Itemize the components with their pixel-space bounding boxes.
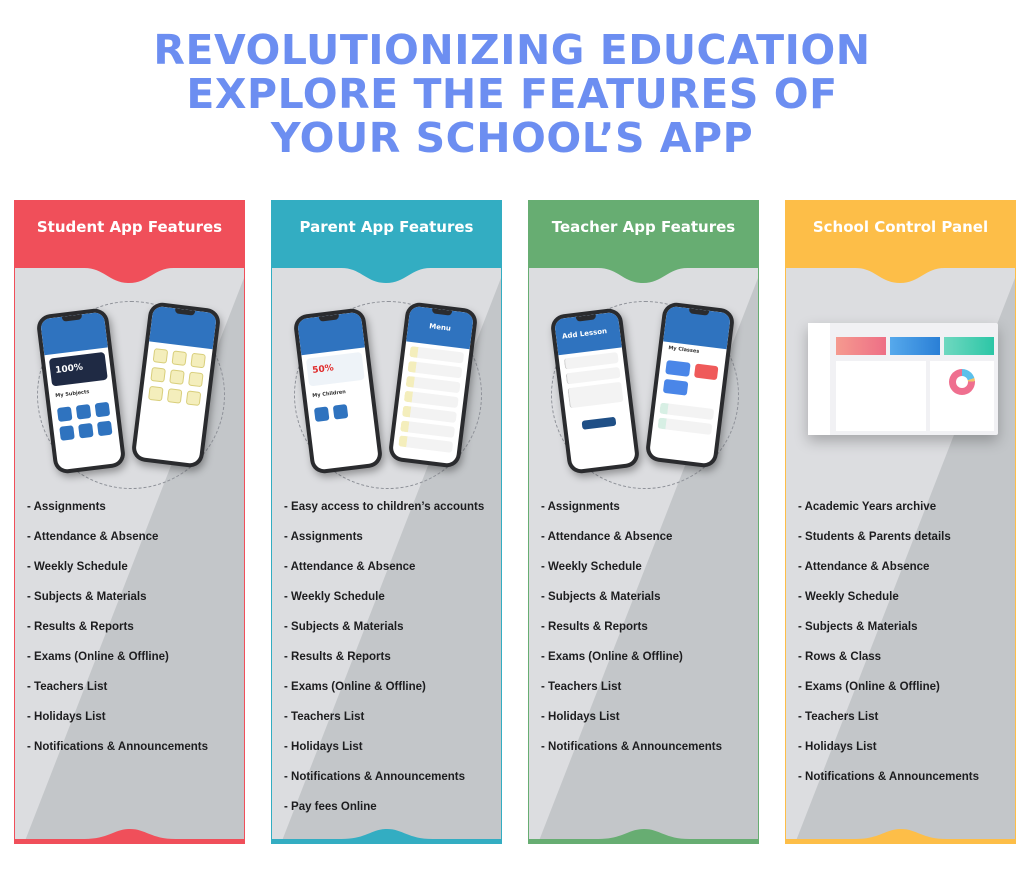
feature-list: - Assignments - Attendance & Absence - Wee… [27, 501, 208, 771]
feature-list: - Assignments - Attendance & Absence - Wee… [541, 501, 722, 771]
feature-item: - Teachers List [284, 711, 365, 723]
dashboard-mockup [808, 323, 998, 435]
feature-item: - Holidays List [541, 711, 620, 723]
feature-item: - Notifications & Announcements [284, 771, 466, 783]
feature-item: - Holidays List [798, 741, 877, 753]
feature-card-teacher: Teacher App Features Add Lesson My Class… [528, 200, 759, 844]
feature-item: - Teachers List [541, 681, 622, 693]
feature-item: - Pay fees Online [284, 801, 377, 813]
headline-line-1: REVOLUTIONIZING EDUCATION [153, 26, 871, 74]
feature-item: - Attendance & Absence [284, 561, 416, 573]
feature-item: - Notifications & Announcements [798, 771, 980, 783]
headline-line-2: EXPLORE THE FEATURES OF [186, 70, 838, 118]
feature-item: - Exams (Online & Offline) [284, 681, 426, 693]
feature-card-parent: Parent App Features 50% My Children Menu … [271, 200, 502, 844]
card-title: School Control Panel [812, 218, 989, 236]
feature-item: - Results & Reports [284, 651, 391, 663]
feature-item: - Teachers List [27, 681, 108, 693]
feature-item: - Holidays List [27, 711, 106, 723]
feature-item: - Weekly Schedule [541, 561, 642, 573]
feature-item: - Notifications & Announcements [541, 741, 723, 753]
feature-item: - Rows & Class [798, 651, 882, 663]
promo-banner: 100% [48, 351, 108, 387]
feature-item: - Students & Parents details [798, 531, 951, 543]
promo-banner: 50% [305, 351, 365, 387]
feature-item: - Subjects & Materials [284, 621, 404, 633]
feature-item: - Academic Years archive [798, 501, 937, 513]
headline: REVOLUTIONIZING EDUCATION EXPLORE THE FE… [0, 28, 1024, 160]
feature-item: - Weekly Schedule [284, 591, 385, 603]
feature-item: - Exams (Online & Offline) [27, 651, 169, 663]
feature-item: - Teachers List [798, 711, 879, 723]
feature-item: - Subjects & Materials [798, 621, 918, 633]
donut-chart [949, 369, 975, 395]
feature-item: - Notifications & Announcements [27, 741, 209, 753]
headline-line-3: YOUR SCHOOL’S APP [270, 114, 754, 162]
feature-item: - Attendance & Absence [798, 561, 930, 573]
card-title: Student App Features [36, 218, 223, 236]
feature-item: - Assignments [284, 531, 363, 543]
feature-item: - Weekly Schedule [27, 561, 128, 573]
card-title: Teacher App Features [551, 218, 736, 236]
feature-list: - Easy access to children’s accounts - As… [284, 501, 484, 831]
feature-item: - Results & Reports [541, 621, 648, 633]
feature-item: - Assignments [541, 501, 620, 513]
feature-item: - Attendance & Absence [541, 531, 673, 543]
feature-item: - Assignments [27, 501, 106, 513]
feature-item: - Subjects & Materials [541, 591, 661, 603]
feature-item: - Subjects & Materials [27, 591, 147, 603]
feature-item: - Holidays List [284, 741, 363, 753]
feature-card-student: Student App Features 100% My Subjects - A… [14, 200, 245, 844]
feature-card-school: School Control Panel - Academic Years ar… [785, 200, 1016, 844]
feature-list: - Academic Years archive - Students & Par… [798, 501, 979, 801]
feature-item: - Results & Reports [27, 621, 134, 633]
feature-item: - Attendance & Absence [27, 531, 159, 543]
feature-item: - Weekly Schedule [798, 591, 899, 603]
feature-item: - Exams (Online & Offline) [798, 681, 940, 693]
feature-item: - Easy access to children’s accounts [284, 501, 485, 513]
feature-item: - Exams (Online & Offline) [541, 651, 683, 663]
card-title: Parent App Features [299, 218, 474, 236]
